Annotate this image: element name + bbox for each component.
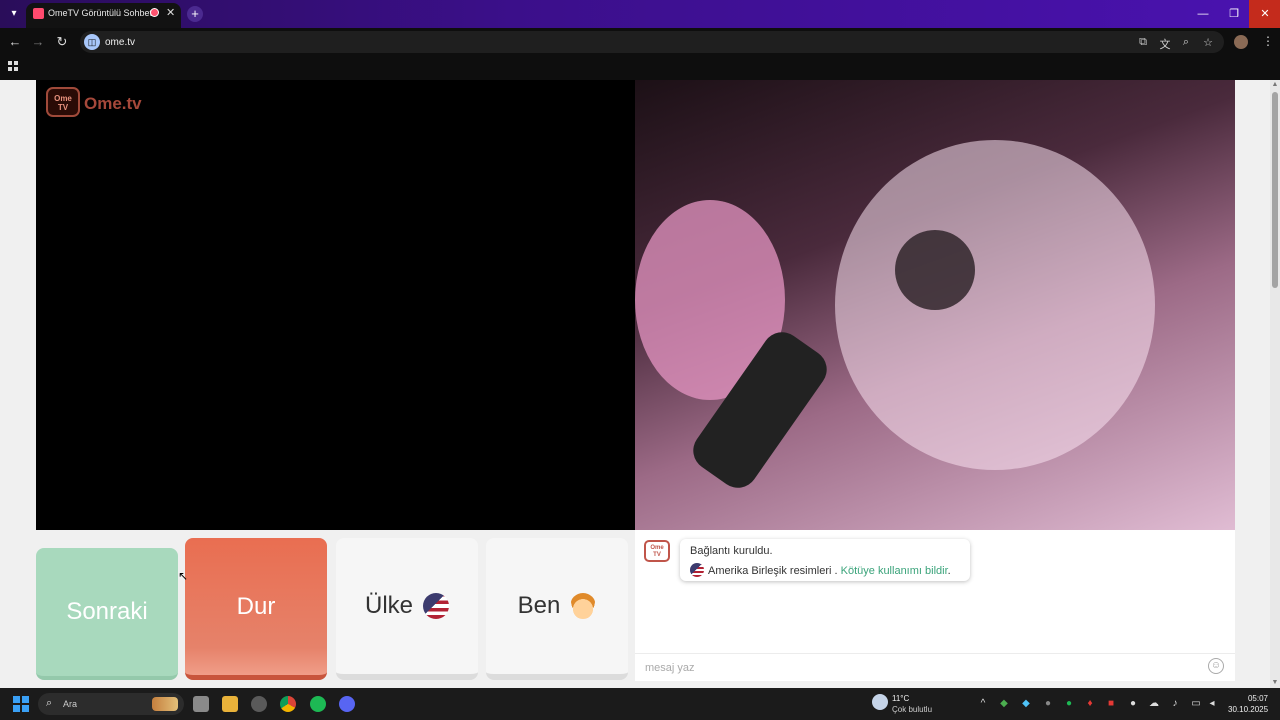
next-button[interactable]: Sonraki <box>36 548 178 680</box>
zoom-icon[interactable]: ⌕ <box>1180 36 1192 49</box>
close-icon[interactable]: ✕ <box>166 6 175 19</box>
back-icon[interactable]: ← <box>8 35 22 49</box>
scrollbar-thumb[interactable] <box>1272 92 1278 288</box>
video-headphones <box>895 230 975 310</box>
app-icon[interactable] <box>251 696 267 712</box>
country-button[interactable]: Ülke <box>336 538 478 680</box>
file-explorer-icon[interactable] <box>222 696 238 712</box>
country-message-suffix: . <box>947 565 951 577</box>
emoji-icon[interactable]: ☺ <box>1208 658 1224 674</box>
cast-icon[interactable]: ⧉ <box>1137 36 1149 49</box>
taskbar-search-label: Ara <box>63 699 78 709</box>
tray-app-icon[interactable]: ◆ <box>1020 698 1032 709</box>
mouse-cursor-icon: ↖ <box>178 569 189 583</box>
chat-ometv-icon: Ome TV <box>644 540 670 562</box>
stop-button-label: Dur <box>236 592 276 620</box>
window-close-icon[interactable]: ✕ <box>1249 0 1280 28</box>
us-flag-icon <box>423 593 449 619</box>
forward-icon[interactable]: → <box>31 35 45 49</box>
recording-icon <box>150 8 159 17</box>
connection-message: Bağlantı kuruldu. <box>690 545 773 557</box>
scroll-up-icon[interactable]: ▲ <box>1270 80 1280 90</box>
address-bar[interactable] <box>80 31 1224 53</box>
country-message-text: Amerika Birleşik resimleri . <box>708 565 841 577</box>
ometv-logo-icon[interactable]: Ome TV <box>46 87 80 117</box>
microphone-icon[interactable]: ♪ <box>1169 698 1181 709</box>
us-flag-icon <box>690 563 704 577</box>
tray-overflow-icon[interactable]: ^ <box>977 698 989 709</box>
tab-title: OmeTV Görüntülü Sohbet - <box>48 8 158 18</box>
weather-desc: Çok bulutlu <box>892 705 933 714</box>
stop-button[interactable]: Dur <box>185 538 327 680</box>
remote-video <box>635 80 1235 530</box>
menu-icon[interactable]: ⋮ <box>1262 34 1274 48</box>
tab-favicon <box>33 8 44 19</box>
bookmark-star-icon[interactable]: ☆ <box>1202 36 1214 49</box>
tray-cloud-icon[interactable]: ☁ <box>1148 698 1160 709</box>
weather-temp: 11°C <box>892 694 910 703</box>
clock-time[interactable]: 05:07 <box>1244 694 1268 703</box>
scroll-down-icon[interactable]: ▼ <box>1270 678 1280 688</box>
boy-avatar-icon <box>570 593 597 619</box>
me-button-label: Ben <box>517 592 561 619</box>
search-highlight-icon <box>152 697 178 711</box>
reload-icon[interactable]: ↻ <box>55 35 69 49</box>
chat-message-input[interactable] <box>643 658 1187 678</box>
tray-app-icon[interactable]: ◆ <box>998 698 1010 709</box>
ometv-logo-text[interactable]: Ome.tv <box>84 94 142 114</box>
apps-icon[interactable] <box>8 61 18 71</box>
clock-date[interactable]: 30.10.2025 <box>1228 705 1268 714</box>
weather-icon[interactable] <box>872 694 888 710</box>
new-tab-icon[interactable]: + <box>187 6 203 22</box>
tray-app-icon[interactable]: ● <box>1042 698 1054 709</box>
discord-icon[interactable] <box>339 696 355 712</box>
site-info-icon[interactable]: ◫ <box>84 34 100 50</box>
tray-steam-icon[interactable]: ● <box>1127 698 1139 709</box>
url-text[interactable]: ome.tv <box>105 37 135 48</box>
next-button-label: Sonraki <box>66 598 148 625</box>
report-abuse-link[interactable]: Kötüye kullanımı bildir <box>841 565 948 577</box>
tray-spotify-icon[interactable]: ● <box>1063 698 1075 709</box>
chrome-icon[interactable] <box>280 696 296 712</box>
translate-icon[interactable]: 文 <box>1159 36 1171 52</box>
local-video <box>36 80 635 530</box>
tab-list-icon[interactable]: ▾ <box>6 6 22 22</box>
bookmarks-bar <box>0 56 1280 80</box>
spotify-icon[interactable] <box>310 696 326 712</box>
minimize-icon[interactable]: — <box>1187 0 1219 28</box>
profile-icon[interactable] <box>1234 35 1248 49</box>
chat-input-area <box>635 653 1235 681</box>
volume-icon[interactable]: ◂ <box>1206 698 1218 709</box>
task-view-icon[interactable] <box>193 696 209 712</box>
maximize-icon[interactable]: ❐ <box>1218 0 1250 28</box>
tray-app-icon[interactable]: ■ <box>1105 698 1117 709</box>
tray-app-icon[interactable]: ♦ <box>1084 698 1096 709</box>
me-button[interactable]: Ben <box>486 538 628 680</box>
windows-start-icon[interactable] <box>13 696 29 712</box>
country-button-label: Ülke <box>364 592 413 619</box>
video-person <box>835 140 1155 470</box>
country-message: Amerika Birleşik resimleri . Kötüye kull… <box>690 563 951 577</box>
search-icon: ⌕ <box>46 697 53 709</box>
network-icon[interactable]: ▭ <box>1190 698 1202 709</box>
